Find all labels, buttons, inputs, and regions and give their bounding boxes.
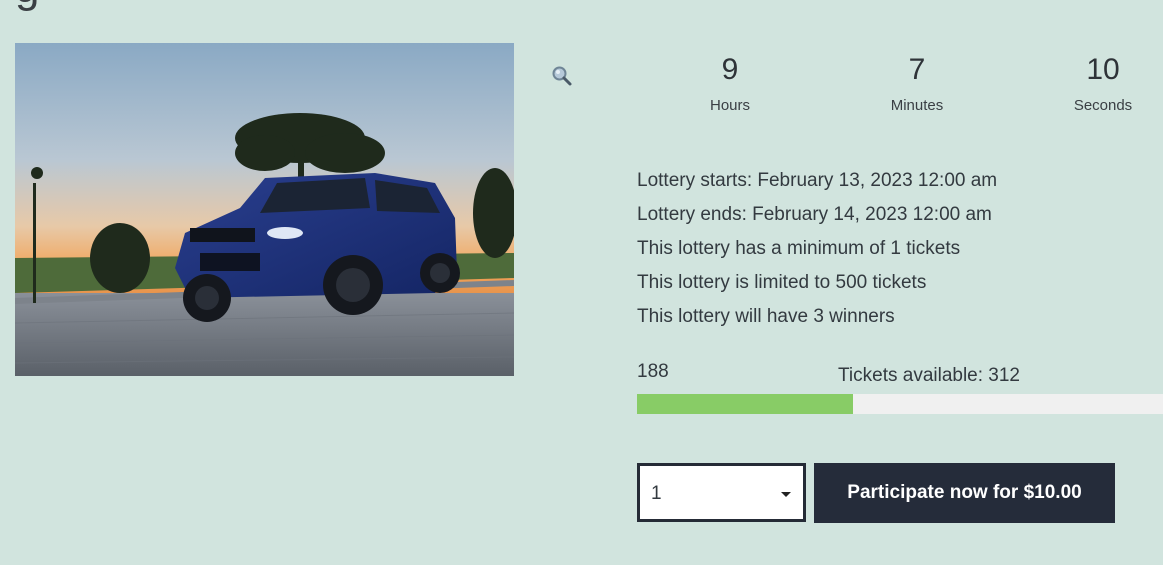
lottery-end-date: Lottery ends: February 14, 2023 12:00 am bbox=[637, 204, 992, 225]
countdown-seconds: 10 Seconds bbox=[1043, 52, 1163, 116]
lottery-info: Lottery starts: February 13, 2023 12:00 … bbox=[637, 164, 997, 334]
tickets-sold-count: 188 bbox=[637, 361, 669, 382]
tickets-available: Tickets available: 312 bbox=[838, 365, 1021, 386]
quantity-value: 1 bbox=[651, 483, 662, 504]
ticket-progress-fill bbox=[637, 394, 853, 414]
ticket-progress-bar bbox=[637, 394, 1163, 414]
chevron-down-icon bbox=[781, 492, 791, 497]
lottery-max-tickets: This lottery is limited to 500 tickets bbox=[637, 272, 927, 293]
lottery-minimum-tickets: This lottery has a minimum of 1 tickets bbox=[637, 238, 961, 259]
hours-value: 9 bbox=[721, 53, 739, 86]
countdown-timer: 9 Hours 7 Minutes 10 Seconds bbox=[0, 52, 1163, 122]
participate-button[interactable]: Participate now for $10.00 bbox=[814, 463, 1115, 523]
seconds-value: 10 bbox=[1086, 53, 1120, 86]
minutes-value: 7 bbox=[908, 53, 926, 86]
hours-label: Hours bbox=[709, 97, 750, 114]
product-title-fragment: g bbox=[15, 0, 39, 10]
quantity-select[interactable]: 1 bbox=[637, 463, 806, 522]
lottery-start-date: Lottery starts: February 13, 2023 12:00 … bbox=[637, 170, 998, 191]
seconds-label: Seconds bbox=[1073, 97, 1133, 114]
lottery-winners: This lottery will have 3 winners bbox=[637, 306, 895, 327]
countdown-hours: 9 Hours bbox=[670, 52, 790, 116]
countdown-minutes: 7 Minutes bbox=[857, 52, 977, 116]
minutes-label: Minutes bbox=[890, 97, 944, 114]
